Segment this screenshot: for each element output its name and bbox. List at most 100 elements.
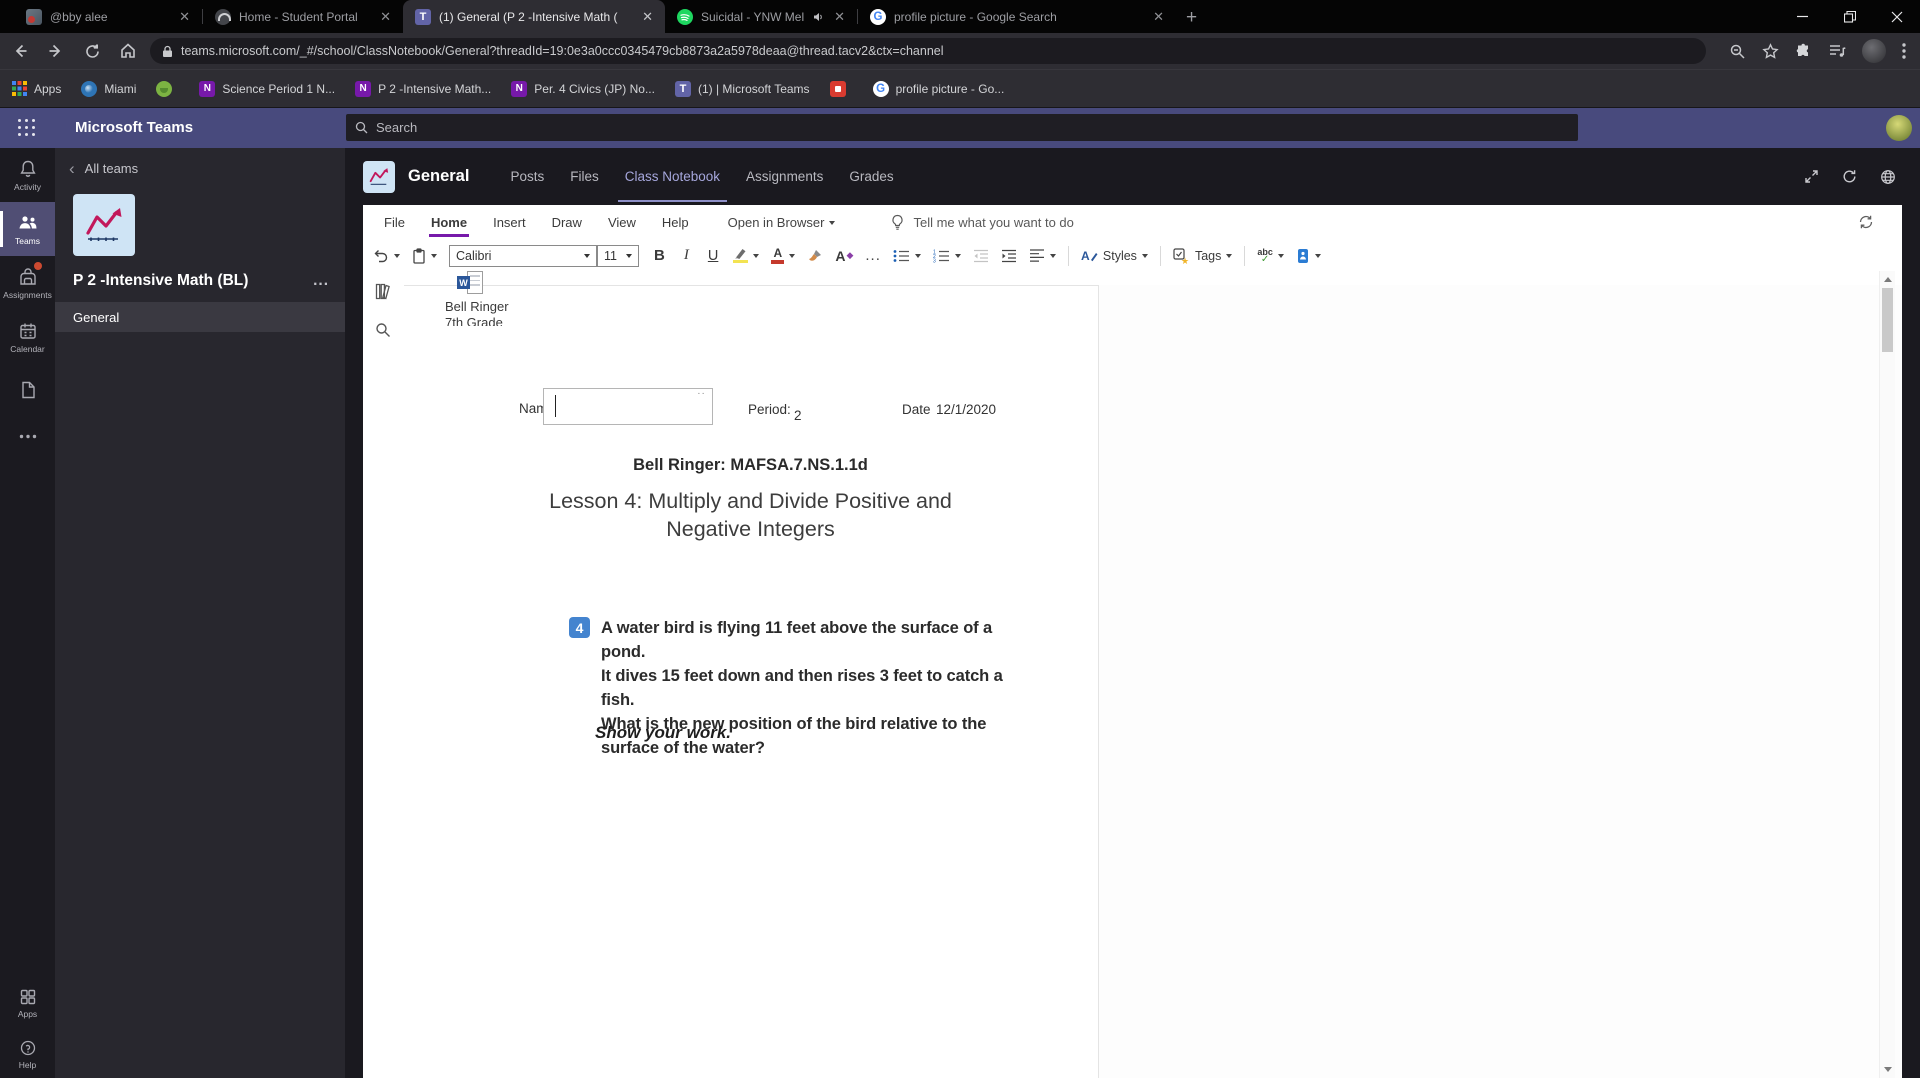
page-canvas[interactable]: W Bell Ringer 7th Grade Name: .. Period:… <box>403 271 1902 1078</box>
tell-me-box[interactable]: Tell me what you want to do <box>891 214 1074 231</box>
embedded-word-attachment[interactable]: W Bell Ringer 7th Grade <box>445 271 575 326</box>
teams-search-bar[interactable]: Search <box>346 114 1578 141</box>
search-icon[interactable] <box>375 322 391 338</box>
menu-file[interactable]: File <box>371 205 418 240</box>
alignment-button[interactable] <box>1029 249 1056 262</box>
back-button[interactable] <box>8 39 32 63</box>
format-painter-button[interactable] <box>807 248 823 264</box>
restore-button[interactable] <box>1826 0 1873 33</box>
bookmark-teams[interactable]: T (1) | Microsoft Teams <box>674 80 810 97</box>
immersive-reader-button[interactable] <box>1296 248 1321 264</box>
close-tab-icon[interactable]: ✕ <box>832 9 847 25</box>
tab-files[interactable]: Files <box>557 148 612 205</box>
browser-tab-google-search[interactable]: G profile picture - Google Search ✕ <box>858 0 1176 33</box>
font-color-button[interactable]: A <box>771 247 796 264</box>
bookmark-green-site[interactable] <box>156 80 179 97</box>
rail-item-teams[interactable]: Teams <box>0 202 55 256</box>
bookmark-apps[interactable]: Apps <box>12 81 61 96</box>
close-tab-icon[interactable]: ✕ <box>1151 9 1166 25</box>
menu-home[interactable]: Home <box>418 205 480 240</box>
close-window-button[interactable] <box>1873 0 1920 33</box>
styles-button[interactable]: A Styles <box>1081 248 1148 264</box>
refresh-icon[interactable] <box>1842 169 1857 184</box>
rail-item-calendar[interactable]: Calendar <box>0 310 55 364</box>
browser-tab-student-portal[interactable]: Home - Student Portal ✕ <box>203 0 403 33</box>
new-tab-button[interactable]: + <box>1176 7 1207 29</box>
open-in-browser-button[interactable]: Open in Browser <box>728 215 836 230</box>
menu-view[interactable]: View <box>595 205 649 240</box>
paste-button[interactable] <box>412 247 437 264</box>
rail-item-help[interactable]: Help <box>0 1030 55 1078</box>
menu-insert[interactable]: Insert <box>480 205 539 240</box>
notebook-scrollbar[interactable] <box>1879 271 1895 1078</box>
tab-class-notebook[interactable]: Class Notebook <box>612 148 733 205</box>
tags-button[interactable]: ★ Tags <box>1173 247 1233 264</box>
waffle-menu-icon[interactable] <box>18 119 36 137</box>
notebooks-icon[interactable] <box>374 283 392 300</box>
bookmark-red-site[interactable] <box>829 80 853 97</box>
rail-item-assignments[interactable]: Assignments <box>0 256 55 310</box>
all-teams-back[interactable]: ‹ All teams <box>55 148 345 177</box>
tab-grades[interactable]: Grades <box>836 148 906 205</box>
tab-posts[interactable]: Posts <box>497 148 557 205</box>
address-bar[interactable]: teams.microsoft.com/_#/school/ClassNoteb… <box>150 38 1706 64</box>
close-tab-icon[interactable]: ✕ <box>177 9 192 25</box>
font-name-select[interactable]: Calibri <box>449 244 597 267</box>
bold-button[interactable]: B <box>651 247 668 264</box>
rail-item-apps[interactable]: Apps <box>0 976 55 1030</box>
scrollbar-thumb[interactable] <box>1882 288 1893 352</box>
scroll-up-arrow[interactable] <box>1880 272 1895 287</box>
chrome-menu-icon[interactable] <box>1902 43 1906 59</box>
tab-assignments[interactable]: Assignments <box>733 148 836 205</box>
globe-open-in-browser-icon[interactable] <box>1880 169 1896 185</box>
increase-indent-button[interactable] <box>1001 249 1017 263</box>
home-button[interactable] <box>116 39 140 63</box>
browser-profile-avatar[interactable] <box>1862 39 1886 63</box>
forward-button[interactable] <box>44 39 68 63</box>
team-avatar[interactable] <box>73 194 135 256</box>
name-input-box[interactable]: .. <box>543 386 713 425</box>
teams-user-avatar[interactable] <box>1886 115 1912 141</box>
zoom-icon[interactable] <box>1729 43 1746 60</box>
scroll-down-arrow[interactable] <box>1880 1062 1895 1077</box>
highlight-button[interactable] <box>733 248 760 264</box>
browser-tab-bby-alee[interactable]: @bby alee ✕ <box>14 0 202 33</box>
toolbar-overflow-button[interactable]: ... <box>865 247 881 264</box>
team-more-options[interactable]: ... <box>313 272 329 290</box>
bookmark-math-notebook[interactable]: N P 2 -Intensive Math... <box>355 80 491 97</box>
italic-button[interactable]: I <box>680 247 693 264</box>
problem-number-badge: 4 <box>569 617 590 638</box>
bookmark-star-icon[interactable] <box>1762 42 1779 60</box>
extensions-puzzle-icon[interactable] <box>1795 43 1812 60</box>
underline-button[interactable]: U <box>705 248 721 264</box>
decrease-indent-button[interactable] <box>973 249 989 263</box>
numbered-list-button[interactable]: 123 <box>933 249 961 263</box>
menu-draw[interactable]: Draw <box>539 205 595 240</box>
bookmark-google-profile-picture[interactable]: G profile picture - Go... <box>872 80 1004 97</box>
music-queue-extension-icon[interactable] <box>1828 43 1846 59</box>
bookmark-science-notebook[interactable]: N Science Period 1 N... <box>199 80 335 97</box>
close-tab-icon[interactable]: ✕ <box>378 9 393 25</box>
browser-tab-spotify[interactable]: Suicidal - YNW Melly ✕ <box>665 0 857 33</box>
close-tab-icon[interactable]: ✕ <box>640 9 655 25</box>
font-size-select[interactable]: 11 <box>597 244 639 267</box>
audio-playing-icon[interactable] <box>812 11 824 23</box>
browser-tab-teams-active[interactable]: T (1) General (P 2 -Intensive Math ( ✕ <box>403 0 665 33</box>
bullet-list-button[interactable] <box>893 249 921 263</box>
onenote-frame: File Home Insert Draw View Help Open in … <box>363 205 1902 1078</box>
rail-item-files[interactable] <box>0 364 55 418</box>
object-handle-dots[interactable]: .. <box>697 386 706 397</box>
channel-item-general[interactable]: General <box>55 302 345 332</box>
rail-item-more[interactable] <box>0 418 55 454</box>
reload-button[interactable] <box>80 39 104 63</box>
menu-help[interactable]: Help <box>649 205 702 240</box>
bookmark-civics-notebook[interactable]: N Per. 4 Civics (JP) No... <box>511 80 655 97</box>
rail-item-activity[interactable]: Activity <box>0 148 55 202</box>
clear-formatting-button[interactable]: A ◆ <box>835 248 853 264</box>
bookmark-miami[interactable]: Miami <box>81 80 136 97</box>
undo-button[interactable] <box>373 248 400 263</box>
expand-tab-icon[interactable] <box>1804 169 1819 184</box>
spelling-button[interactable]: abc ✓ <box>1257 248 1284 265</box>
sync-icon[interactable] <box>1858 214 1874 230</box>
minimize-button[interactable] <box>1779 0 1826 33</box>
